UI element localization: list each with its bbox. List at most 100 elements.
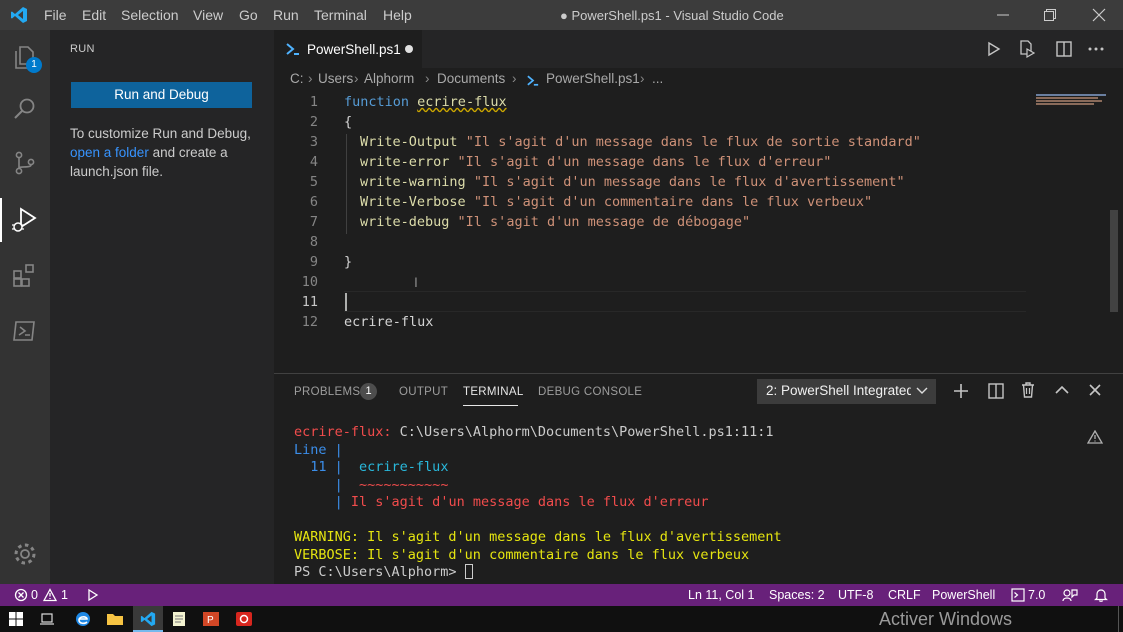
powershell-version-icon[interactable] <box>1011 588 1025 602</box>
error-circle-icon[interactable] <box>14 588 28 602</box>
menu-run[interactable]: Run <box>273 7 299 23</box>
warning-count[interactable]: 1 <box>61 588 68 602</box>
tab-output[interactable]: OUTPUT <box>399 386 448 398</box>
terminal-select-value: 2: PowerShell Integrated <box>766 383 911 398</box>
notifications-bell-icon[interactable] <box>1094 588 1108 602</box>
minimap[interactable] <box>1032 92 1112 112</box>
file-explorer-icon[interactable] <box>106 611 124 627</box>
tab-problems[interactable]: PROBLEMS <box>294 386 360 398</box>
line-number: 6 <box>309 194 318 210</box>
maximize-panel-chevron-up-icon[interactable] <box>1055 385 1069 395</box>
line-number-label: 11 | <box>294 459 343 475</box>
edge-browser-icon[interactable] <box>75 611 91 627</box>
minimize-icon[interactable] <box>996 8 1010 22</box>
active-tab-underline <box>463 405 518 406</box>
close-window-icon[interactable] <box>1092 8 1106 22</box>
search-icon[interactable] <box>12 96 38 122</box>
tab-powershell-ps1[interactable]: PowerShell.ps1 <box>274 30 422 68</box>
run-debug-icon[interactable] <box>11 206 39 234</box>
breadcrumb-users[interactable]: Users <box>318 71 353 86</box>
string: "Il s'agit d'un message de débogage" <box>457 214 751 230</box>
problems-count-badge: 1 <box>360 383 377 400</box>
run-debug-play-icon[interactable] <box>87 589 99 601</box>
tab-terminal[interactable]: TERMINAL <box>463 386 524 398</box>
error-count[interactable]: 0 <box>31 588 38 602</box>
powershell-version[interactable]: 7.0 <box>1028 588 1045 602</box>
tab-debug-console[interactable]: DEBUG CONSOLE <box>538 386 642 398</box>
restore-icon[interactable] <box>1043 8 1057 22</box>
cursor-position[interactable]: Ln 11, Col 1 <box>688 588 754 602</box>
menu-help[interactable]: Help <box>383 7 412 23</box>
menu-edit[interactable]: Edit <box>82 7 106 23</box>
recorder-app-icon[interactable] <box>236 611 252 627</box>
mouse-ibeam-icon: I <box>414 274 418 290</box>
title-bar: File Edit Selection View Go Run Terminal… <box>0 0 1123 30</box>
pipe-bar: | <box>294 494 343 510</box>
close-panel-icon[interactable] <box>1089 384 1101 396</box>
powershell-icon[interactable] <box>12 318 38 344</box>
menu-terminal[interactable]: Terminal <box>314 7 367 23</box>
feedback-icon[interactable] <box>1062 588 1078 602</box>
extensions-icon[interactable] <box>12 262 38 288</box>
warning-triangle-icon[interactable] <box>1087 430 1103 444</box>
terminal-line: ecrire-flux: C:\Users\Alphorm\Documents\… <box>294 424 774 440</box>
more-actions-icon[interactable] <box>1088 47 1104 51</box>
run-selection-icon[interactable] <box>1019 40 1035 58</box>
menu-selection[interactable]: Selection <box>121 7 179 23</box>
chevron-right-icon: › <box>512 71 517 86</box>
run-file-icon[interactable] <box>987 41 1001 57</box>
terminal-select-dropdown[interactable]: 2: PowerShell Integrated <box>757 379 936 404</box>
sidebar-heading: RUN <box>70 43 95 55</box>
vscode-taskbar-item[interactable] <box>133 606 163 632</box>
menu-view[interactable]: View <box>193 7 223 23</box>
warning-icon[interactable] <box>43 588 57 602</box>
split-editor-icon[interactable] <box>1056 41 1072 57</box>
show-desktop[interactable] <box>1118 606 1119 632</box>
code-line-7: write-debug "Il s'agit d'un message de d… <box>360 214 750 230</box>
code-line-6: Write-Verbose "Il s'agit d'un commentair… <box>360 194 872 210</box>
function-name: ecrire-flux <box>417 94 507 110</box>
powerpoint-icon[interactable]: P <box>203 611 219 627</box>
split-terminal-icon[interactable] <box>988 383 1004 399</box>
new-terminal-plus-icon[interactable] <box>953 383 969 399</box>
breadcrumb: C: › Users › Alphorm › Documents › Power… <box>274 68 1123 92</box>
menu-go[interactable]: Go <box>239 7 258 23</box>
cmdlet: Write-Output <box>360 134 458 150</box>
breadcrumb-file[interactable]: PowerShell.ps1 <box>546 71 640 86</box>
breadcrumb-documents[interactable]: Documents <box>437 71 505 86</box>
open-folder-link[interactable]: open a folder <box>70 145 149 160</box>
encoding[interactable]: UTF-8 <box>838 588 873 602</box>
source-control-icon[interactable] <box>12 150 38 176</box>
settings-gear-icon[interactable] <box>11 540 39 568</box>
cmdlet: write-debug <box>360 214 450 230</box>
indentation[interactable]: Spaces: 2 <box>769 588 825 602</box>
line-number: 2 <box>309 114 318 130</box>
help-line-1: To customize Run and Debug, <box>70 126 251 141</box>
notepad-icon[interactable] <box>171 611 187 627</box>
chevron-right-icon: › <box>308 71 313 86</box>
windows-start-icon[interactable] <box>9 612 23 626</box>
task-view-icon[interactable] <box>39 612 55 626</box>
error-message: Il s'agit d'un message dans le flux d'er… <box>342 494 709 510</box>
editor-scrollbar[interactable] <box>1110 92 1123 373</box>
line-ending[interactable]: CRLF <box>888 588 921 602</box>
code-line-1: function ecrire-flux <box>344 94 507 110</box>
breadcrumb-drive[interactable]: C: <box>290 71 304 86</box>
run-and-debug-button[interactable]: Run and Debug <box>71 82 252 108</box>
trash-icon[interactable] <box>1021 382 1035 398</box>
terminal-output[interactable]: ecrire-flux: C:\Users\Alphorm\Documents\… <box>274 418 1110 585</box>
breadcrumb-more[interactable]: ... <box>652 71 663 86</box>
line-number: 12 <box>301 314 318 330</box>
code-editor[interactable]: 1 2 3 4 5 6 7 8 9 10 11 12 function ecri… <box>274 92 1029 373</box>
scrollbar-thumb[interactable] <box>1110 210 1118 312</box>
string: "Il s'agit d'un message dans le flux d'e… <box>457 154 832 170</box>
unsaved-dot-icon[interactable] <box>405 45 413 53</box>
code-line-4: write-error "Il s'agit d'un message dans… <box>360 154 831 170</box>
help-line-3: launch.json file. <box>70 164 164 179</box>
breadcrumb-user[interactable]: Alphorm <box>364 71 414 86</box>
menu-file[interactable]: File <box>44 7 67 23</box>
language-mode[interactable]: PowerShell <box>932 588 995 602</box>
cmdlet: write-warning <box>360 174 466 190</box>
powershell-file-icon <box>286 43 300 55</box>
verbose-line: VERBOSE: Il s'agit d'un commentaire dans… <box>294 546 750 563</box>
